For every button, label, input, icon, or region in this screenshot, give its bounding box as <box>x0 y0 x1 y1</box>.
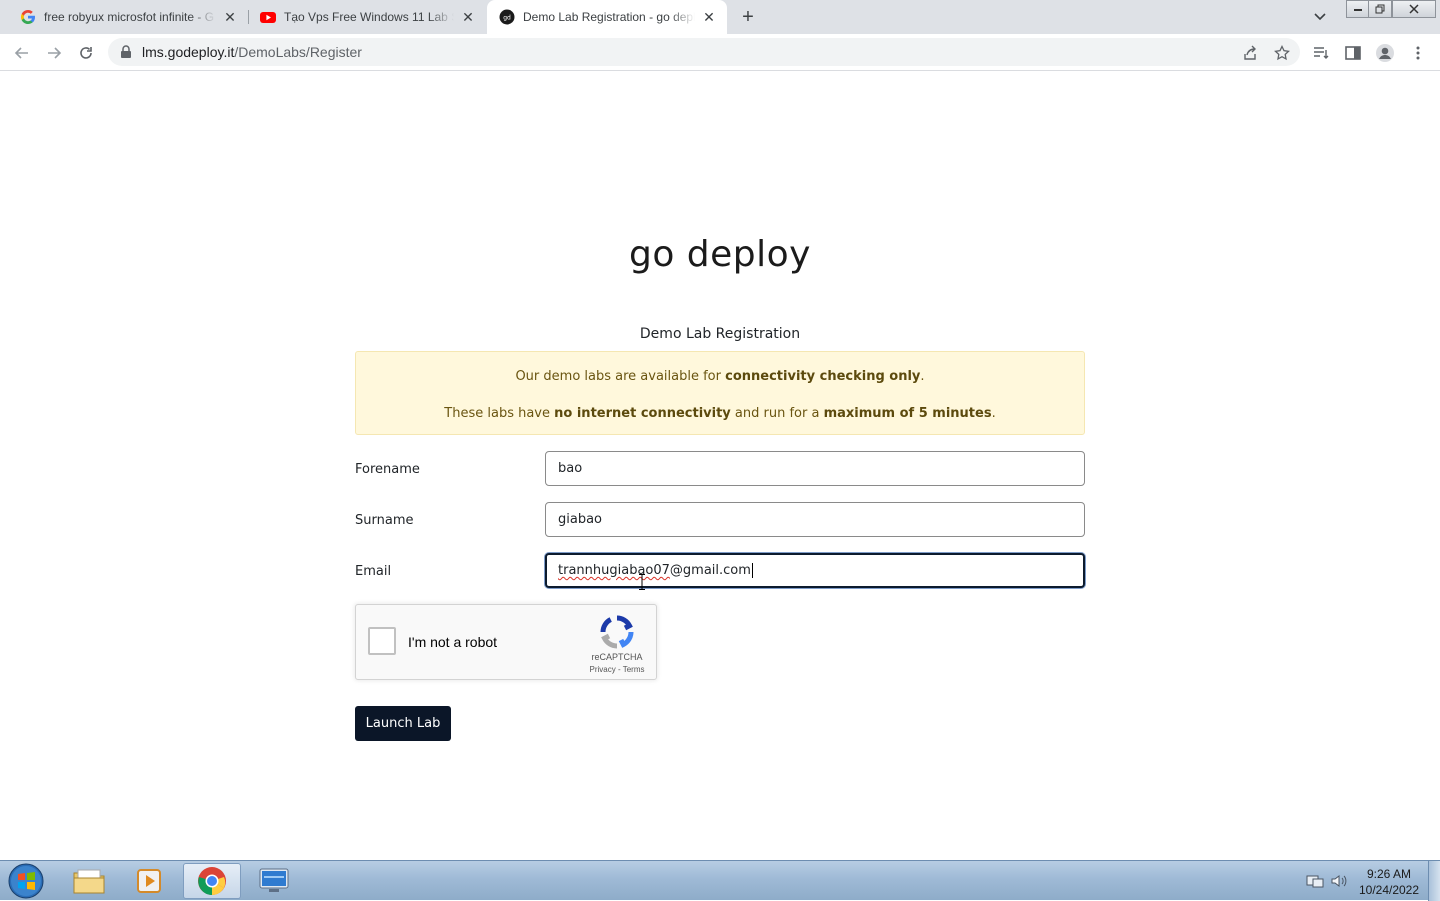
youtube-icon <box>260 12 276 23</box>
media-player-icon <box>137 869 161 893</box>
lock-icon <box>121 45 131 58</box>
notice-text: . <box>920 369 925 384</box>
notice-text: . <box>991 406 996 421</box>
text-caret <box>751 563 753 578</box>
volume-icon[interactable] <box>1330 873 1348 889</box>
address-bar[interactable]: lms.godeploy.it/DemoLabs/Register <box>108 38 1300 66</box>
svg-text:gd: gd <box>503 15 511 22</box>
close-tab-icon[interactable]: ✕ <box>701 9 717 25</box>
close-tab-icon[interactable]: ✕ <box>222 9 238 25</box>
taskbar-media-player[interactable] <box>120 863 178 899</box>
bookmark-star-icon[interactable] <box>1272 43 1292 63</box>
folder-icon <box>73 869 105 894</box>
form-title: Demo Lab Registration <box>639 326 801 342</box>
forename-label: Forename <box>355 462 420 477</box>
clock-time[interactable]: 9:26 AM <box>1352 867 1426 881</box>
tab-title: Demo Lab Registration - go deploy <box>523 10 695 24</box>
recaptcha-widget: I'm not a robot reCAPTCHA Privacy - Term… <box>355 604 657 680</box>
new-tab-button[interactable]: + <box>736 5 760 29</box>
tab-title: Tạo Vps Free Windows 11 Lab Siêu <box>284 10 454 24</box>
notice-text: These labs have <box>444 406 555 421</box>
notice-text: Our demo labs are available for <box>515 369 726 384</box>
recaptcha-logo-icon <box>600 615 634 649</box>
browser-menu-icon[interactable] <box>1407 42 1429 64</box>
browser-tab-google-search[interactable]: free robyux microsfot infinite - G ✕ <box>8 0 248 34</box>
forename-input[interactable] <box>545 451 1085 486</box>
email-value-domain: @gmail.com <box>669 563 751 578</box>
browser-tab-youtube[interactable]: Tạo Vps Free Windows 11 Lab Siêu ✕ <box>248 0 486 34</box>
forward-arrow-icon <box>48 47 62 59</box>
browser-tab-demo-lab[interactable]: gd Demo Lab Registration - go deploy ✕ <box>487 0 727 34</box>
brand-logo-text: go deploy <box>628 234 811 275</box>
reading-list-icon[interactable] <box>1310 42 1332 64</box>
minimize-window-button[interactable] <box>1346 0 1370 18</box>
restore-window-button[interactable] <box>1368 0 1392 18</box>
tab-search-chevron-icon[interactable] <box>1310 8 1330 26</box>
surname-input[interactable] <box>545 502 1085 537</box>
google-icon <box>21 10 35 24</box>
browser-toolbar: lms.godeploy.it/DemoLabs/Register <box>0 34 1440 71</box>
taskbar-remote-desktop[interactable] <box>245 863 303 899</box>
network-icon[interactable] <box>1306 873 1324 889</box>
tab-title: free robyux microsfot infinite - G <box>44 10 215 24</box>
taskbar-explorer[interactable] <box>60 863 118 899</box>
web-page: go deploy Demo Lab Registration Our demo… <box>0 71 1440 860</box>
close-window-button[interactable] <box>1392 0 1436 18</box>
launch-lab-button[interactable]: Launch Lab <box>355 706 451 741</box>
forward-button[interactable] <box>41 40 67 66</box>
remote-desktop-icon <box>259 868 289 892</box>
back-arrow-icon <box>14 47 28 59</box>
share-icon[interactable] <box>1240 43 1260 63</box>
chrome-icon <box>198 867 226 895</box>
url-text: lms.godeploy.it/DemoLabs/Register <box>142 44 362 60</box>
recaptcha-brand: reCAPTCHA <box>591 652 643 662</box>
notice-emphasis: maximum of 5 minutes <box>823 406 992 421</box>
side-panel-icon[interactable] <box>1342 42 1364 64</box>
email-value-misspelled: trannhugiabao07 <box>558 563 670 578</box>
notice-emphasis: no internet connectivity <box>554 406 731 421</box>
surname-label: Surname <box>355 513 414 528</box>
recaptcha-label: I'm not a robot <box>408 634 498 650</box>
ibeam-cursor-icon <box>639 574 645 590</box>
back-button[interactable] <box>9 40 35 66</box>
start-button-windows-icon[interactable] <box>6 862 46 900</box>
taskbar-chrome[interactable] <box>183 863 241 899</box>
profile-avatar-icon[interactable] <box>1374 42 1396 64</box>
clock-date[interactable]: 10/24/2022 <box>1352 883 1426 897</box>
reload-button[interactable] <box>73 40 99 66</box>
email-label: Email <box>355 564 392 579</box>
url-domain: lms.godeploy.it <box>142 44 235 60</box>
url-path: /DemoLabs/Register <box>234 44 362 60</box>
notice-text: and run for a <box>730 406 824 421</box>
notice-alert: Our demo labs are available for connecti… <box>355 351 1085 435</box>
email-input[interactable]: trannhugiabao07 @gmail.com <box>545 553 1085 588</box>
show-desktop-button[interactable] <box>1428 861 1440 901</box>
godeploy-icon: gd <box>499 9 515 25</box>
browser-tab-strip: free robyux microsfot infinite - G ✕ Tạo… <box>0 0 1440 34</box>
notice-line-1: Our demo labs are available for connecti… <box>356 369 1084 384</box>
notice-emphasis: connectivity checking only <box>725 369 921 384</box>
close-tab-icon[interactable]: ✕ <box>460 9 476 25</box>
notice-line-2: These labs have no internet connectivity… <box>356 406 1084 421</box>
reload-icon <box>80 47 92 59</box>
recaptcha-privacy-terms-link[interactable]: Privacy - Terms <box>582 665 652 674</box>
recaptcha-checkbox[interactable] <box>368 627 396 655</box>
windows-taskbar: 9:26 AM 10/24/2022 <box>0 860 1440 901</box>
